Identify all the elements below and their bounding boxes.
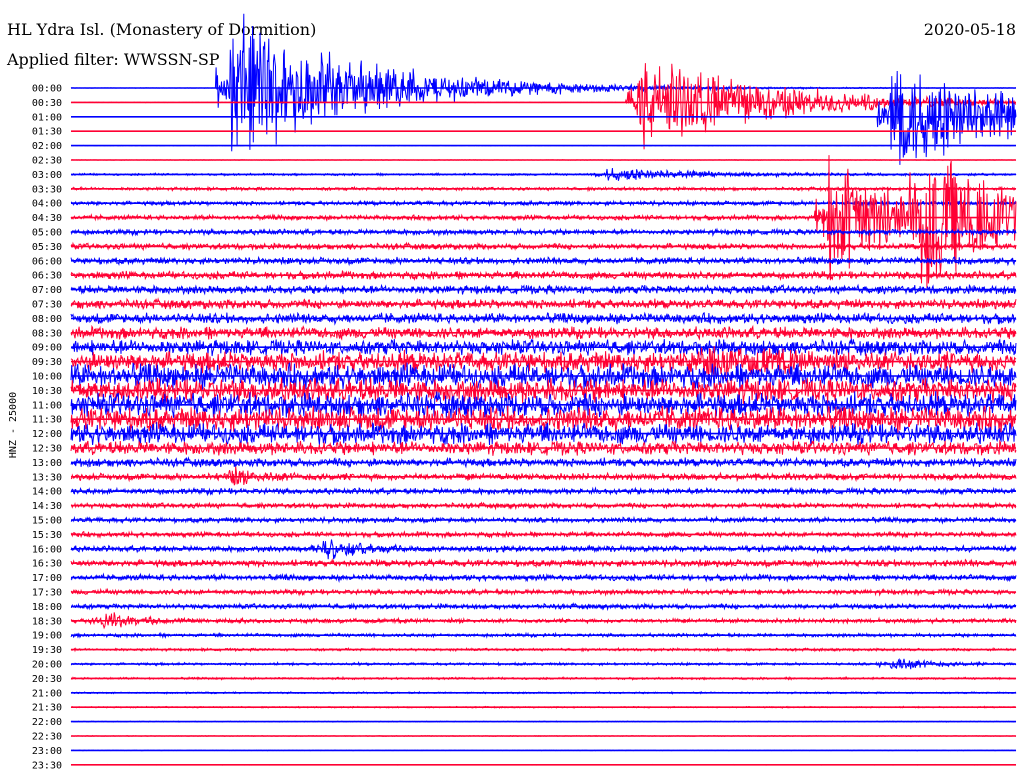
row-time-label: 10:00 <box>32 372 62 383</box>
row-time-label: 15:30 <box>32 530 62 541</box>
row-time-label: 13:30 <box>32 472 62 483</box>
row-time-label: 12:00 <box>32 429 62 440</box>
row-time-label: 07:00 <box>32 285 62 296</box>
row-time-label: 14:30 <box>32 501 62 512</box>
trace-row <box>70 63 1017 150</box>
row-time-label: 21:00 <box>32 688 62 699</box>
row-time-label: 04:30 <box>32 213 62 224</box>
row-time-label: 14:00 <box>32 487 62 498</box>
row-time-label: 06:30 <box>32 271 62 282</box>
row-time-label: 17:30 <box>32 588 62 599</box>
row-time-label: 16:30 <box>32 559 62 570</box>
row-time-label: 22:00 <box>32 717 62 728</box>
trace-rows <box>70 13 1017 766</box>
row-time-label: 12:30 <box>32 444 62 455</box>
row-time-label: 01:00 <box>32 112 62 123</box>
row-time-label: 20:00 <box>32 660 62 671</box>
row-time-label: 07:30 <box>32 300 62 311</box>
time-axis-labels: 00:00 00:30 01:00 01:30 02:00 02:30 03:00 03:30… <box>32 84 62 772</box>
row-time-label: 23:30 <box>32 760 62 771</box>
row-time-label: 04:00 <box>32 199 62 210</box>
row-time-label: 17:00 <box>32 573 62 584</box>
trace-row <box>70 466 1017 486</box>
trace-row <box>71 70 1017 165</box>
y-axis-label: HNZ - 25000 <box>8 392 19 458</box>
row-time-label: 16:00 <box>32 544 62 555</box>
row-time-label: 20:30 <box>32 674 62 685</box>
row-time-label: 00:00 <box>32 84 62 95</box>
row-time-label: 09:00 <box>32 343 62 354</box>
row-time-label: 05:00 <box>32 228 62 239</box>
row-time-label: 00:30 <box>32 98 62 109</box>
row-time-label: 15:00 <box>32 516 62 527</box>
row-time-label: 05:30 <box>32 242 62 253</box>
row-time-label: 02:30 <box>32 156 62 167</box>
row-time-label: 08:30 <box>32 328 62 339</box>
row-time-label: 22:30 <box>32 732 62 743</box>
row-time-label: 09:30 <box>32 357 62 368</box>
row-time-label: 23:00 <box>32 746 62 757</box>
row-time-label: 08:00 <box>32 314 62 325</box>
helicorder-plot: 00:00 00:30 01:00 01:30 02:00 02:30 03:00 03:30… <box>8 13 1017 772</box>
row-time-label: 19:30 <box>32 645 62 656</box>
row-time-label: 21:30 <box>32 703 62 714</box>
row-time-label: 02:00 <box>32 141 62 152</box>
row-time-label: 19:00 <box>32 631 62 642</box>
row-time-label: 18:00 <box>32 602 62 613</box>
row-time-label: 10:30 <box>32 386 62 397</box>
row-time-label: 11:00 <box>32 400 62 411</box>
row-time-label: 11:30 <box>32 415 62 426</box>
row-time-label: 01:30 <box>32 127 62 138</box>
row-time-label: 18:30 <box>32 616 62 627</box>
row-time-label: 13:00 <box>32 458 62 469</box>
row-time-label: 03:00 <box>32 170 62 181</box>
row-time-label: 03:30 <box>32 184 62 195</box>
row-time-label: 06:00 <box>32 256 62 267</box>
